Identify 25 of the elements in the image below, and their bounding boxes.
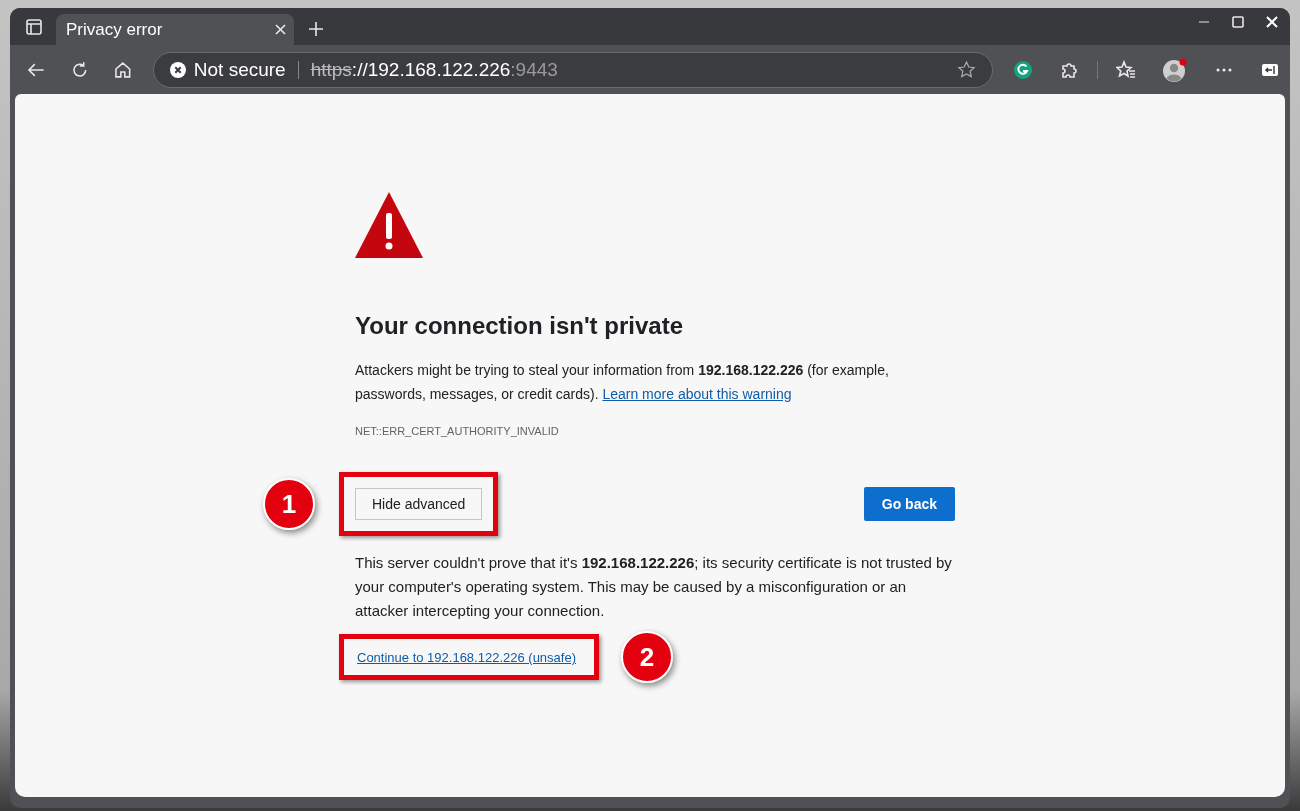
favorites-icon[interactable] xyxy=(1116,59,1136,80)
heading: Your connection isn't private xyxy=(355,312,684,340)
hide-advanced-button[interactable]: Hide advanced xyxy=(355,488,483,520)
home-icon[interactable] xyxy=(113,59,133,80)
sidebar-icon[interactable] xyxy=(26,19,42,35)
profile-avatar-icon[interactable] xyxy=(1162,56,1188,83)
learn-more-link[interactable]: Learn more about this warning xyxy=(602,386,792,402)
grammar-extension-icon[interactable] xyxy=(1013,59,1033,80)
new-tab-icon[interactable] xyxy=(308,21,324,37)
maximize-icon[interactable] xyxy=(1232,15,1244,28)
callout-badge: 2 xyxy=(621,631,673,683)
proceed-link[interactable]: Continue to 192.168.122.226 (unsafe) xyxy=(357,650,576,665)
security-label[interactable]: Not secure xyxy=(193,58,286,81)
warning-icon xyxy=(355,192,423,258)
error-code: NET::ERR_CERT_AUTHORITY_INVALID xyxy=(355,425,560,437)
star-icon[interactable] xyxy=(957,60,976,79)
error-icon[interactable] xyxy=(169,61,186,78)
callout-badge: 1 xyxy=(263,478,315,530)
url-text[interactable]: https://192.168.122.226:9443 xyxy=(310,58,558,81)
go-back-button[interactable]: Go back xyxy=(863,487,955,521)
details-paragraph: This server couldn't prove that it's 192.168.122.226; its security certificate is not trusted by your computer's operating system. This may be caused by a misconfiguration or an attacker intercepting your connection. xyxy=(355,553,953,621)
address-bar[interactable]: Not secure https://192.168.122.226:9443 xyxy=(152,51,993,88)
close-icon[interactable] xyxy=(275,24,286,35)
warning-paragraph: Attackers might be trying to steal your information from 192.168.122.226 (for example, passwords, messages, or credit cards). Learn more about this warning xyxy=(355,361,890,404)
browser-tab[interactable]: Privacy error xyxy=(56,14,294,45)
